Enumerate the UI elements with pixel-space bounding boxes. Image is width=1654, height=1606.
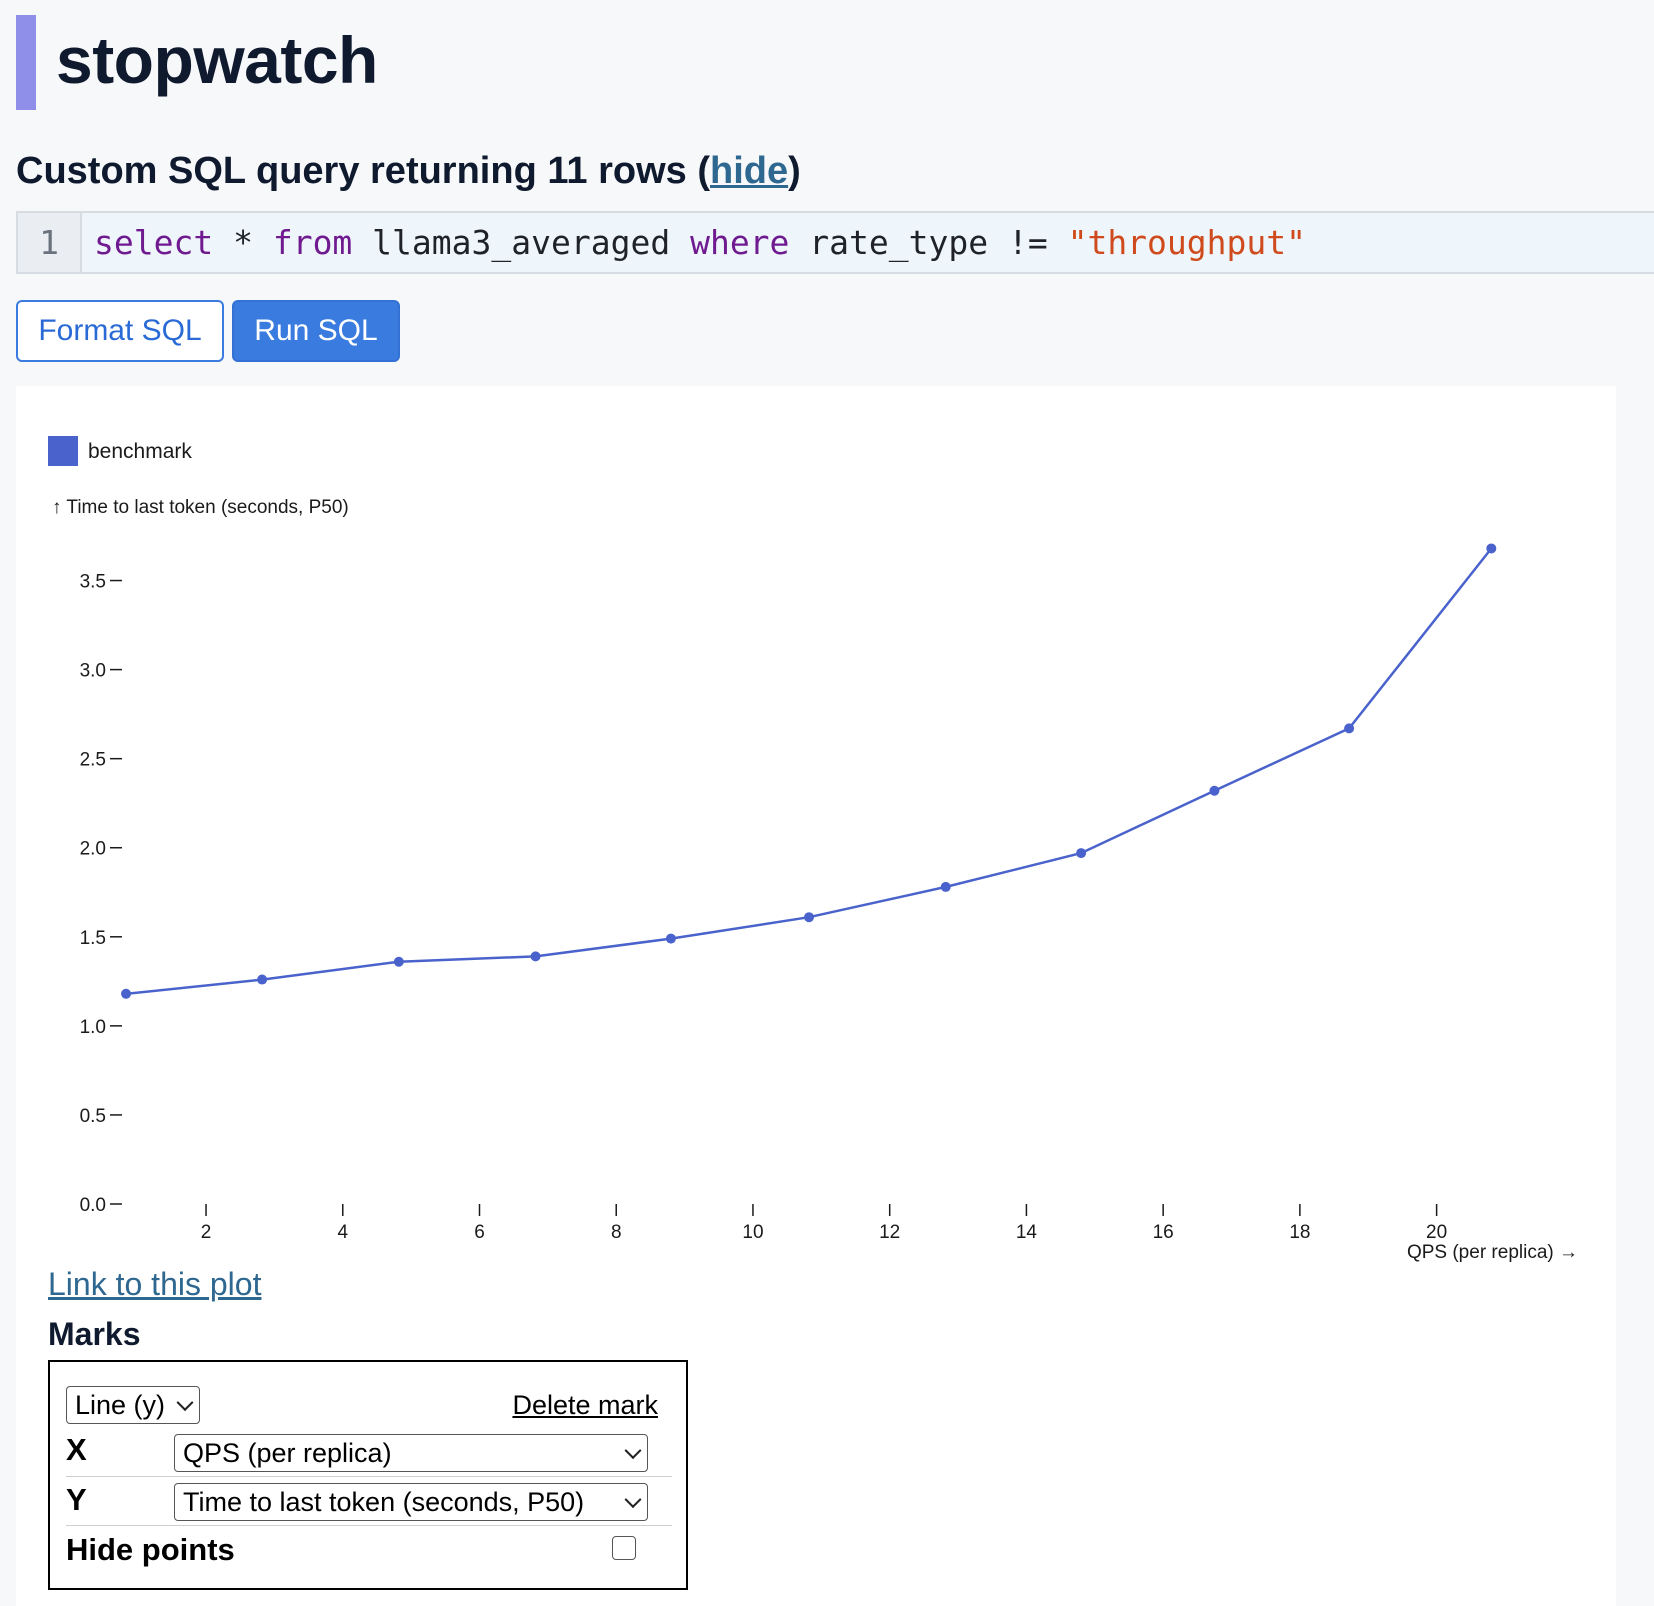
- y-tick-label: 2.0: [80, 839, 106, 860]
- data-point: [121, 988, 132, 999]
- x-tick-label: 2: [201, 1222, 212, 1243]
- y-tick-label: 0.5: [80, 1106, 106, 1127]
- y-tick-label: 0.0: [80, 1195, 106, 1216]
- x-tick-label: 6: [474, 1222, 485, 1243]
- line-chart: benchmark ↑ Time to last token (seconds, …: [48, 436, 1578, 1263]
- x-axis-label: QPS (per replica) →: [1407, 1242, 1578, 1263]
- legend-swatch: [48, 436, 78, 466]
- data-point: [804, 912, 815, 923]
- data-point: [940, 881, 951, 892]
- x-field-select[interactable]: QPS (per replica): [174, 1434, 648, 1472]
- x-tick-label: 12: [879, 1222, 900, 1243]
- hide-query-link[interactable]: hide: [710, 150, 788, 192]
- y-field-select[interactable]: Time to last token (seconds, P50): [174, 1483, 648, 1521]
- y-tick-label: 2.5: [80, 750, 106, 771]
- data-point: [1076, 848, 1087, 859]
- sql-editor[interactable]: 1 select * from llama3_averaged where ra…: [16, 211, 1654, 274]
- sql-token: select: [94, 223, 214, 262]
- query-heading: Custom SQL query returning 11 rows (hide…: [16, 150, 801, 193]
- y-tick-label: 1.5: [80, 928, 106, 949]
- sql-token: *: [213, 223, 273, 262]
- y-tick-label: 3.0: [80, 661, 106, 682]
- data-point: [1344, 723, 1355, 734]
- x-tick-label: 18: [1289, 1222, 1310, 1243]
- line-number: 1: [18, 213, 82, 272]
- data-point: [1486, 543, 1497, 554]
- legend-label: benchmark: [88, 440, 192, 463]
- run-sql-button[interactable]: Run SQL: [232, 300, 400, 362]
- chevron-down-icon: [176, 1394, 194, 1412]
- data-point: [530, 951, 541, 962]
- x-tick-label: 20: [1426, 1222, 1447, 1243]
- y-tick-label: 3.5: [80, 572, 106, 593]
- y-label: Y: [66, 1482, 87, 1517]
- chevron-down-icon: [624, 1491, 642, 1509]
- y-field-value: Time to last token (seconds, P50): [183, 1486, 585, 1517]
- hide-points-label: Hide points: [66, 1532, 235, 1567]
- mark-type-value: Line (y): [75, 1389, 166, 1420]
- y-axis-label: ↑ Time to last token (seconds, P50): [52, 497, 349, 518]
- sql-token: where: [690, 223, 790, 262]
- sql-token: llama3_averaged: [352, 223, 691, 262]
- x-tick-label: 4: [337, 1222, 348, 1243]
- hide-points-checkbox[interactable]: [612, 1536, 636, 1560]
- title-accent-bar: [16, 15, 36, 110]
- marks-heading: Marks: [48, 1316, 141, 1352]
- format-sql-button[interactable]: Format SQL: [16, 300, 224, 362]
- data-point: [665, 933, 676, 944]
- data-point: [1209, 785, 1220, 796]
- data-point: [393, 956, 404, 967]
- sql-token: rate_type !=: [789, 223, 1068, 262]
- x-field-value: QPS (per replica): [183, 1437, 392, 1468]
- query-heading-suffix: ): [788, 150, 801, 192]
- x-tick-label: 14: [1016, 1222, 1038, 1243]
- sql-token: "throughput": [1067, 223, 1306, 262]
- plot-link[interactable]: Link to this plot: [48, 1266, 261, 1303]
- x-tick-label: 8: [611, 1222, 622, 1243]
- sql-code[interactable]: select * from llama3_averaged where rate…: [94, 213, 1306, 272]
- sql-token: from: [272, 223, 353, 262]
- x-label: X: [66, 1432, 87, 1467]
- row-divider: [66, 1525, 672, 1526]
- marks-panel: Line (y) Delete mark X QPS (per replica)…: [48, 1360, 688, 1590]
- x-tick-label: 16: [1153, 1222, 1174, 1243]
- y-tick-label: 1.0: [80, 1017, 106, 1038]
- query-heading-text: Custom SQL query returning 11 rows (: [16, 150, 710, 192]
- app-title: stopwatch: [56, 23, 378, 97]
- row-divider: [66, 1476, 672, 1477]
- data-point: [257, 974, 268, 985]
- mark-type-select[interactable]: Line (y): [66, 1386, 200, 1424]
- x-tick-label: 10: [742, 1222, 763, 1243]
- delete-mark-link[interactable]: Delete mark: [512, 1390, 658, 1421]
- series-line: [125, 547, 1493, 996]
- chevron-down-icon: [624, 1442, 642, 1460]
